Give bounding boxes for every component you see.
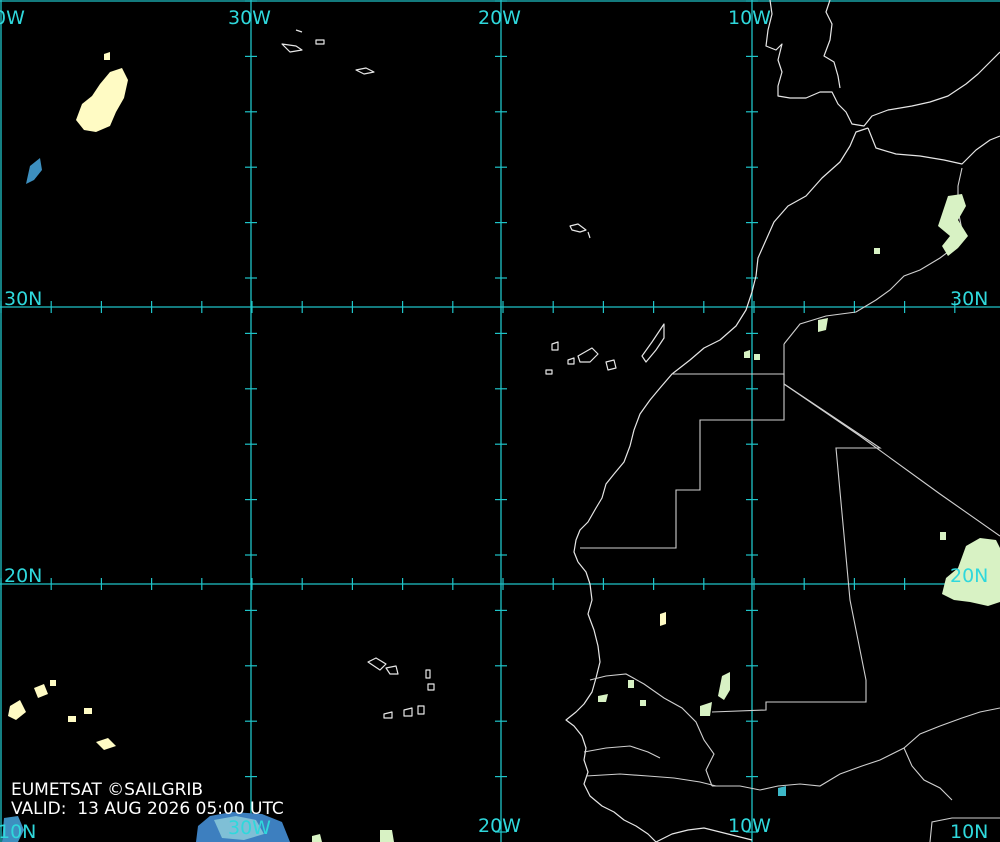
cloud-patch-atlas-small (874, 248, 880, 254)
label-left-30n: 30N (4, 288, 42, 310)
label-top-10w: 10W (728, 7, 771, 29)
label-right-20n: 20N (950, 565, 988, 587)
label-left-10n: 10N (0, 821, 36, 842)
label-right-10n: 10N (950, 821, 988, 842)
valid-timestamp: 13 AUG 2026 05:00 UTC (77, 799, 284, 819)
cloud-patch-algeria-small (940, 532, 946, 540)
label-top-30w: 30W (228, 7, 271, 29)
valid-prefix: VALID: (11, 799, 67, 819)
label-left-20n: 20N (4, 565, 42, 587)
label-top-20w: 20W (478, 7, 521, 29)
label-bottom-20w: 20W (478, 815, 521, 837)
label-bottom-10w: 10W (728, 815, 771, 837)
valid-time-text: VALID: 13 AUG 2026 05:00 UTC (11, 799, 284, 819)
satellite-map: 0W 30W 20W 10W 30N 20N 10N 30N 20N 10N 3… (0, 0, 1000, 842)
cloud-patch-mauritania-1 (660, 612, 666, 626)
label-bottom-30w: 30W (228, 817, 271, 839)
credit-text: EUMETSAT ©SAILGRIB (11, 780, 204, 800)
label-top-0w: 0W (0, 7, 25, 29)
label-right-30n: 30N (950, 288, 988, 310)
map-background (0, 0, 1000, 842)
